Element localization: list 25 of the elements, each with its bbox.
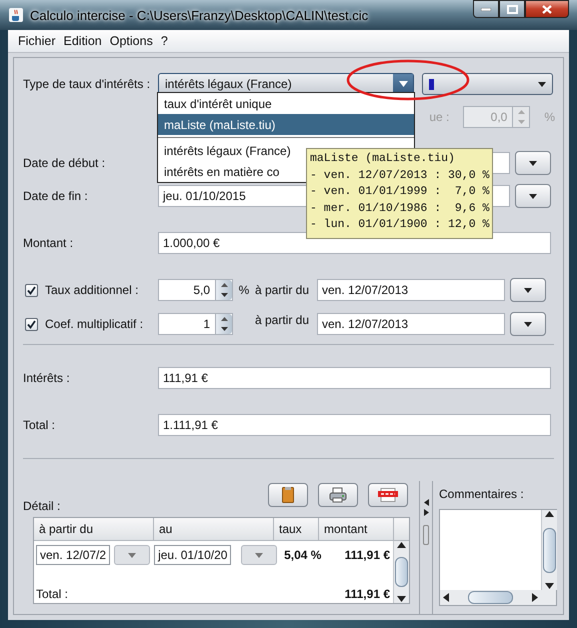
section-label: Détail : [23,499,62,513]
from-label: à partir du [255,283,310,297]
field-label: Date de début : [23,156,106,170]
field-label: Type de taux d'intérêts : [23,77,152,91]
tooltip-line: - ven. 12/07/2013 : 30,0 % [310,168,490,184]
field-label: ue : [429,110,450,124]
unit-label: % [544,110,555,124]
window-title: Calculo intercise - C:\Users\Franzy\Desktop\CALIN\test.cic [30,8,370,22]
checkbox-label: Coef. multiplicatif : [45,317,144,331]
tooltip-line: - lun. 01/01/1900 : 12,0 % [310,217,490,233]
section-label: Commentaires : [439,487,525,501]
from-label: à partir du [255,313,310,327]
total-cell: 111,91 € [344,587,390,601]
tooltip-line: - mer. 01/10/1986 : 9,6 % [310,200,490,216]
total-label: Total : [36,587,68,601]
field-label: Montant : [23,236,74,250]
tooltip-line: - ven. 01/01/1999 : 7,0 % [310,184,490,200]
field-label: Total : [23,418,56,432]
field-label: Intérêts : [23,371,71,385]
field-label: Date de fin : [23,189,89,203]
amount-cell-text: 111,91 € [344,548,391,562]
checkbox-label: Taux additionnel : [45,283,140,297]
tooltip-title: maListe (maListe.tiu) [310,151,456,167]
unit-label: % [238,283,250,297]
rate-cell-text: 5,04 % [283,548,322,562]
